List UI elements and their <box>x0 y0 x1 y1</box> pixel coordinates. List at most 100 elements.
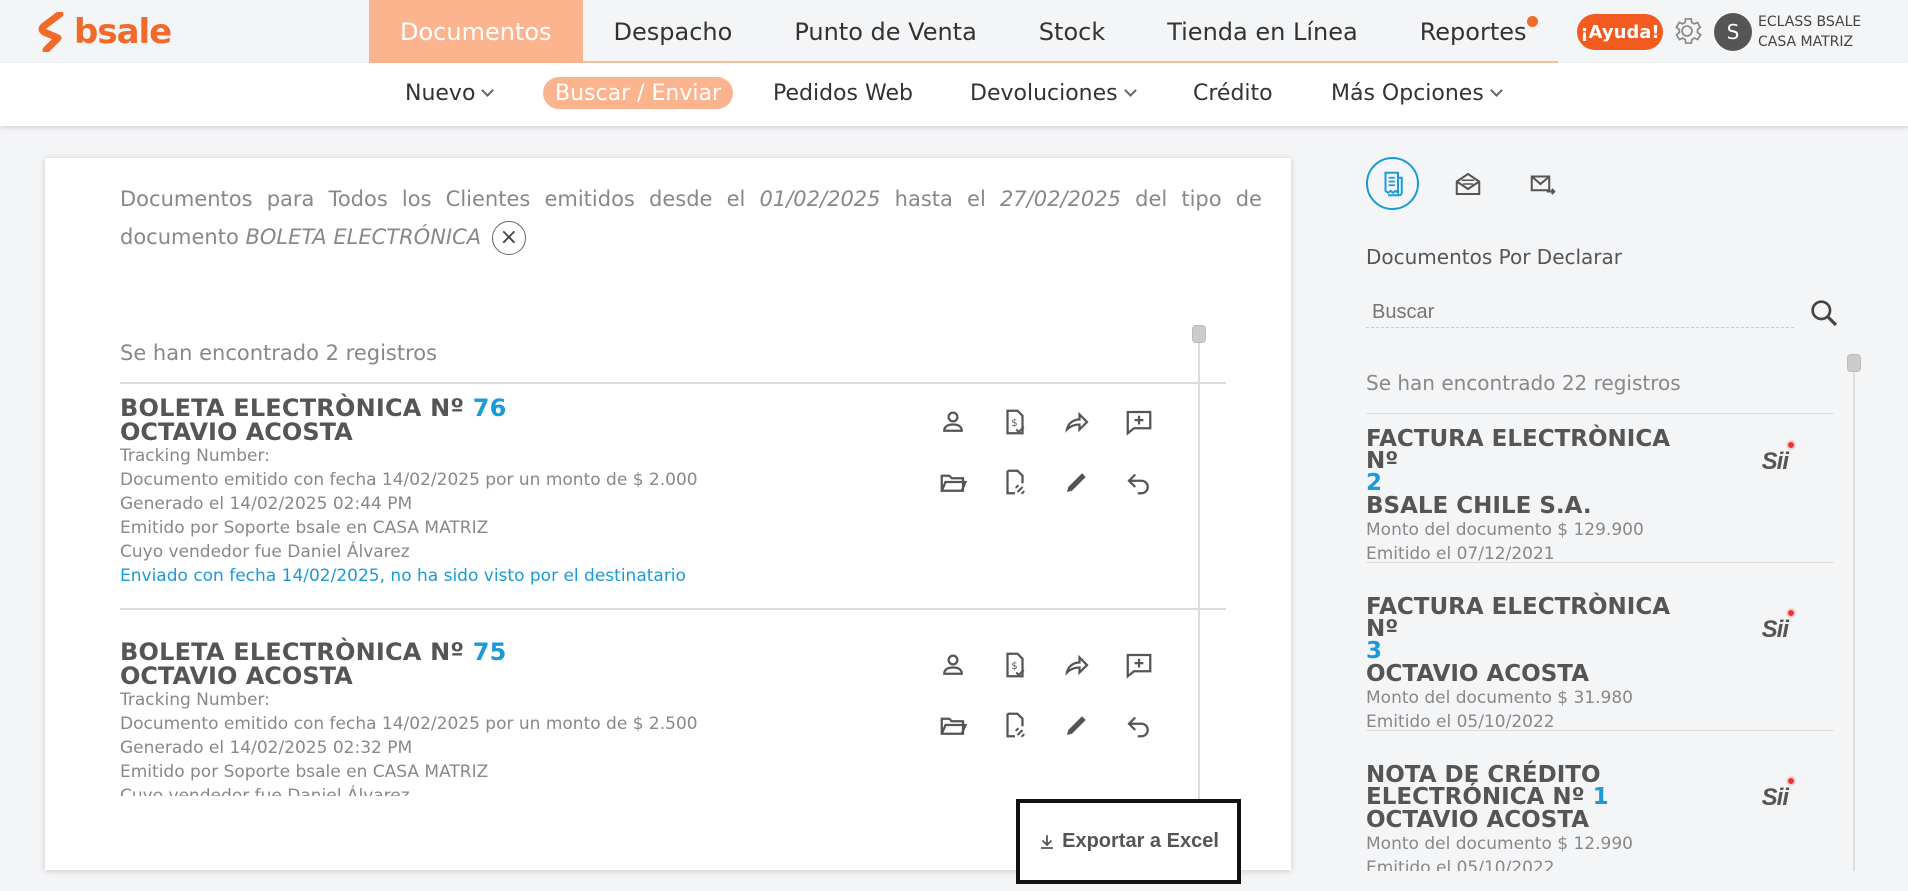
results-scrollbar-thumb[interactable] <box>1192 325 1206 343</box>
pending-documents-list: FACTURA ELECTRÒNICA Nº 2 BSALE CHILE S.A.… <box>1366 410 1846 871</box>
open-mail-icon <box>1455 172 1480 195</box>
main-nav-punto-de-venta[interactable]: Punto de Venta <box>763 0 1007 63</box>
undo-icon <box>1127 716 1149 738</box>
document-row[interactable]: BOLETA ELECTRÒNICA Nº 75 OCTAVIO ACOSTA … <box>120 640 820 808</box>
main-nav-label: Documentos <box>400 17 552 46</box>
gear-icon[interactable] <box>1670 14 1704 48</box>
sii-alert-dot <box>1786 608 1796 618</box>
link-document-icon[interactable] <box>997 707 1033 743</box>
open-folder-icon[interactable] <box>935 464 971 500</box>
company-name: ECLASS BSALE <box>1758 14 1862 30</box>
pending-document-title: FACTURA ELECTRÒNICA Nº 2 <box>1366 426 1706 495</box>
document-emission: Documento emitido con fecha 14/02/2025 p… <box>120 714 698 734</box>
export-excel-button[interactable]: Exportar a Excel <box>1016 799 1241 884</box>
subnav-pedidos-web[interactable]: Pedidos Web <box>773 77 913 109</box>
edit-icon[interactable] <box>1059 464 1095 500</box>
main-nav-despacho[interactable]: Despacho <box>583 0 764 63</box>
divider <box>1366 730 1834 731</box>
results-count: Se han encontrado 2 registros <box>120 341 438 365</box>
search-input[interactable] <box>1366 298 1794 328</box>
document-generated: Generado el 14/02/2025 02:32 PM <box>120 738 413 758</box>
subnav-nuevo[interactable]: Nuevo <box>405 77 495 109</box>
client-icon[interactable] <box>935 647 971 683</box>
document-title: BOLETA ELECTRÒNICA Nº 75 <box>120 640 820 664</box>
document-client: OCTAVIO ACOSTA <box>120 662 353 690</box>
open-folder-icon[interactable] <box>935 707 971 743</box>
user-info[interactable]: ECLASS BSALE CASA MATRIZ <box>1758 12 1861 52</box>
document-emission: Documento emitido con fecha 14/02/2025 p… <box>120 470 698 490</box>
document-actions: $ <box>935 647 1171 743</box>
pending-document-client: OCTAVIO ACOSTA <box>1366 807 1589 833</box>
forward-icon[interactable] <box>1059 404 1095 440</box>
download-icon <box>1041 834 1054 849</box>
document-number[interactable]: 75 <box>473 638 507 666</box>
payment-doc-icon[interactable]: $ <box>997 404 1033 440</box>
filter-summary: Documentos para Todos los Clientes emiti… <box>120 180 1262 256</box>
results-scrollbar[interactable] <box>1198 330 1200 810</box>
main-nav-documentos[interactable]: Documentos <box>369 0 583 63</box>
payment-doc-icon[interactable]: $ <box>997 647 1033 683</box>
forward-icon[interactable] <box>1059 647 1095 683</box>
subnav-buscar-enviar[interactable]: Buscar / Enviar <box>543 77 734 109</box>
main-nav-reportes[interactable]: Reportes <box>1389 0 1558 63</box>
client-icon[interactable] <box>935 404 971 440</box>
sii-alert-dot <box>1786 440 1796 450</box>
document-client: OCTAVIO ACOSTA <box>120 418 353 446</box>
tracking-number: Tracking Number: <box>120 446 270 466</box>
return-icon[interactable] <box>1121 464 1157 500</box>
pending-document-title: FACTURA ELECTRÒNICA Nº 3 <box>1366 596 1706 663</box>
main-nav: Documentos Despacho Punto de Venta Stock… <box>369 0 1558 63</box>
add-comment-icon[interactable] <box>1121 404 1157 440</box>
add-comment-icon[interactable] <box>1121 647 1157 683</box>
pencil-icon <box>1067 716 1086 735</box>
sub-nav: Nuevo Buscar / Enviar Pedidos Web Devolu… <box>0 63 1908 126</box>
bsale-logo[interactable]: bsale <box>38 9 172 55</box>
pending-document-item[interactable]: FACTURA ELECTRÒNICA Nº 3 OCTAVIO ACOSTA M… <box>1366 596 1826 734</box>
sii-icon[interactable]: Sii <box>1761 440 1796 476</box>
document-link-icon <box>1006 469 1025 495</box>
document-dollar-icon: $ <box>1006 409 1025 435</box>
search-icon[interactable] <box>1808 297 1840 329</box>
sii-alert-dot <box>1786 776 1796 786</box>
sii-icon[interactable]: Sii <box>1762 776 1796 812</box>
document-sent-status[interactable]: Enviado con fecha 14/02/2025, no ha sido… <box>120 564 820 588</box>
subnav-credito[interactable]: Crédito <box>1193 77 1273 109</box>
document-title: BOLETA ELECTRÒNICA Nº 76 <box>120 396 820 420</box>
main-nav-label: Stock <box>1038 17 1106 46</box>
pending-document-title: NOTA DE CRÉDITO ELECTRÓNICA Nº 1 <box>1366 764 1706 809</box>
divider <box>1366 562 1834 563</box>
logo-text: bsale <box>74 12 172 52</box>
subnav-label: Devoluciones <box>970 80 1118 106</box>
pending-document-issued: Emitido el 05/10/2022 <box>1366 858 1555 871</box>
help-button[interactable]: ¡Ayuda! <box>1577 14 1663 50</box>
avatar[interactable]: S <box>1714 13 1752 51</box>
main-nav-tienda-en-linea[interactable]: Tienda en Línea <box>1136 0 1388 63</box>
tab-sent[interactable] <box>1516 157 1569 210</box>
folder-icon <box>940 474 968 492</box>
subnav-mas-opciones[interactable]: Más Opciones <box>1331 77 1503 109</box>
clear-filter-close-icon[interactable]: × <box>491 221 526 255</box>
document-number[interactable]: 76 <box>473 394 507 422</box>
divider <box>120 608 1226 610</box>
main-nav-stock[interactable]: Stock <box>1008 0 1136 63</box>
pending-document-type: FACTURA ELECTRÒNICA Nº <box>1366 426 1671 474</box>
subnav-label: Más Opciones <box>1331 80 1484 106</box>
edit-icon[interactable] <box>1059 707 1095 743</box>
chevron-down-icon <box>1123 83 1137 97</box>
right-panel-scrollbar[interactable] <box>1853 357 1855 871</box>
tab-documents-to-declare[interactable] <box>1366 157 1419 210</box>
right-panel-scrollbar-thumb[interactable] <box>1847 354 1861 372</box>
link-document-icon[interactable] <box>997 464 1033 500</box>
pending-document-item[interactable]: NOTA DE CRÉDITO ELECTRÓNICA Nº 1 OCTAVIO… <box>1366 764 1826 871</box>
sii-icon[interactable]: Sii <box>1762 608 1796 644</box>
right-panel-title: Documentos Por Declarar <box>1366 245 1623 269</box>
sii-label: Sii <box>1761 448 1789 475</box>
pending-document-item[interactable]: FACTURA ELECTRÒNICA Nº 2 BSALE CHILE S.A.… <box>1366 428 1826 566</box>
bsale-logo-icon <box>38 12 64 52</box>
tab-received[interactable] <box>1441 157 1494 210</box>
document-generated: Generado el 14/02/2025 02:44 PM <box>120 494 413 514</box>
return-icon[interactable] <box>1121 707 1157 743</box>
subnav-devoluciones[interactable]: Devoluciones <box>970 77 1137 109</box>
document-row[interactable]: BOLETA ELECTRÒNICA Nº 76 OCTAVIO ACOSTA … <box>120 396 820 588</box>
pending-document-amount: Monto del documento $ 31.980 <box>1366 688 1633 708</box>
